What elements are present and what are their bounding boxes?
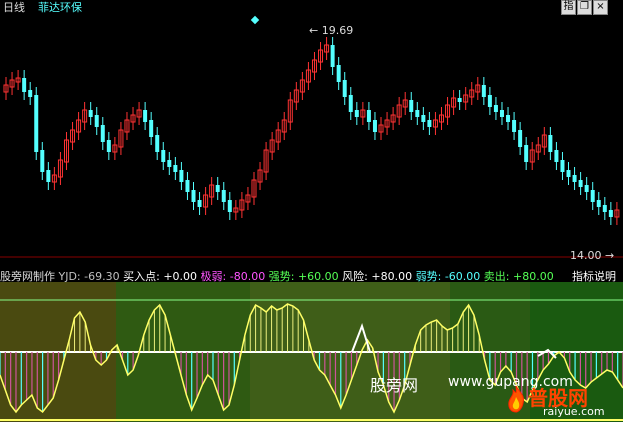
watermark-logo-url: raiyue.com <box>543 405 605 418</box>
indicator-panel[interactable] <box>0 0 623 422</box>
watermark-site: 股旁网 <box>370 376 419 395</box>
flame-logo-icon <box>505 385 527 413</box>
